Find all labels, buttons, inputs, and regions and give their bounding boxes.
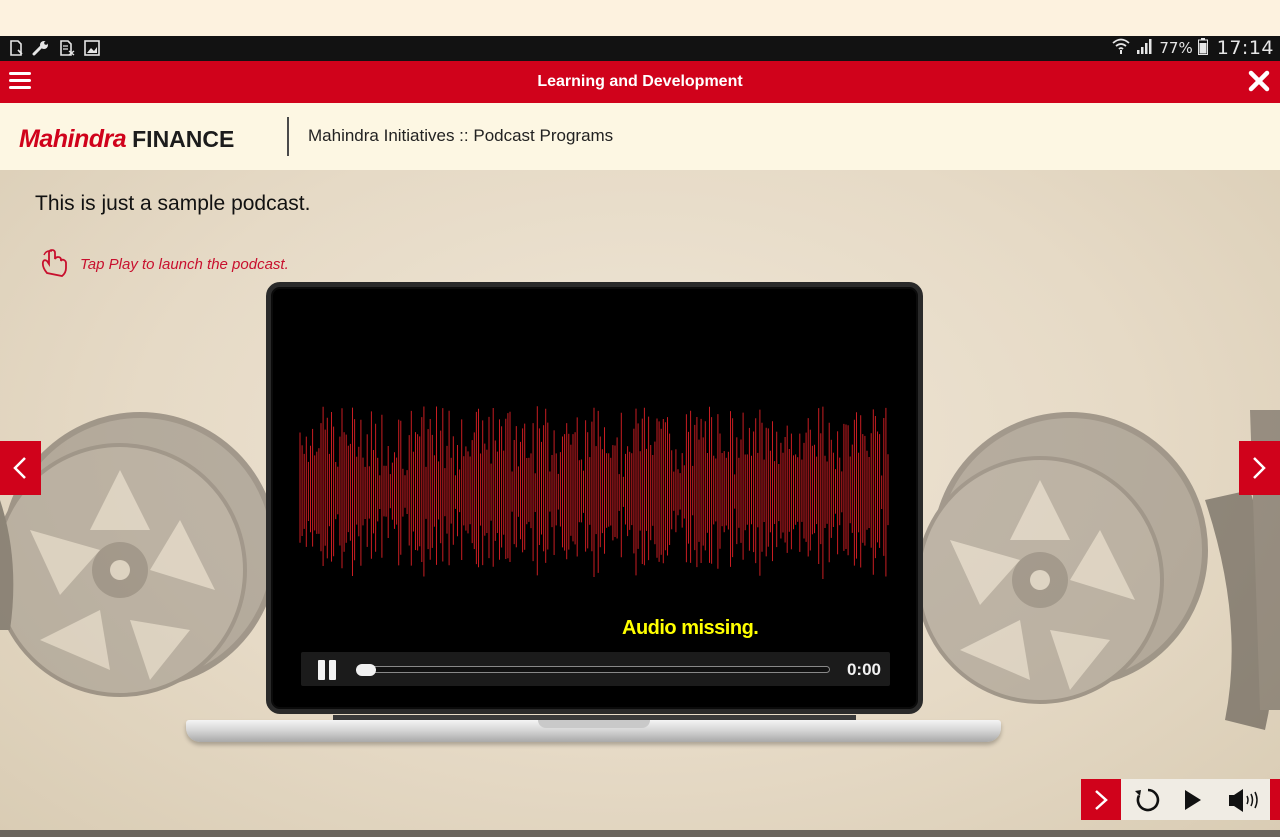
signal-icon (1136, 38, 1154, 58)
toolbar-edge (1270, 779, 1280, 820)
audio-missing-caption: Audio missing. (622, 617, 759, 639)
laptop-notch (538, 720, 650, 728)
elapsed-time: 0:00 (846, 660, 881, 679)
top-strip (0, 0, 1280, 36)
brand-primary: Mahindra (19, 125, 127, 153)
wrench-icon (32, 40, 50, 56)
status-time: 17:14 (1216, 37, 1274, 59)
toolbar-next-button[interactable] (1081, 779, 1121, 820)
brand-secondary: FINANCE (132, 126, 235, 152)
breadcrumb: Mahindra Initiatives :: Podcast Programs (308, 126, 614, 145)
replay-icon[interactable] (1131, 785, 1165, 815)
bottom-edge (0, 830, 1280, 837)
close-icon[interactable] (1248, 70, 1270, 92)
audio-waveform (299, 406, 889, 579)
brand-logo: Mahindra FINANCE (19, 125, 234, 154)
image-icon (84, 40, 100, 56)
status-system-icons: 77% 17:14 (1111, 37, 1274, 59)
wifi-icon (1111, 37, 1131, 59)
seek-slider[interactable] (356, 664, 830, 676)
next-slide-button[interactable] (1239, 441, 1280, 495)
sd-card-icon (58, 40, 76, 56)
battery-percent: 77% (1159, 39, 1193, 57)
hint: Tap Play to launch the podcast. (38, 246, 289, 283)
status-notification-icons (8, 40, 100, 56)
play-icon[interactable] (1176, 785, 1210, 815)
status-bar: 77% 17:14 (0, 36, 1280, 61)
bottom-toolbar (1081, 779, 1280, 820)
title-bar: Learning and Development (0, 61, 1280, 103)
header-divider (287, 117, 289, 156)
previous-slide-button[interactable] (0, 441, 41, 495)
course-header: Mahindra FINANCE Mahindra Initiatives ::… (0, 103, 1280, 170)
sim-card-icon (8, 40, 24, 56)
slide-content: This is just a sample podcast. Tap Play … (0, 170, 1280, 837)
hint-text: Tap Play to launch the podcast. (80, 256, 289, 273)
seek-thumb[interactable] (356, 664, 376, 676)
audio-player: 0:00 (301, 652, 890, 686)
tap-hand-icon (38, 246, 70, 283)
battery-icon (1197, 37, 1208, 59)
app-title: Learning and Development (537, 73, 743, 90)
volume-icon[interactable] (1226, 785, 1260, 815)
pause-icon[interactable] (318, 660, 338, 680)
intro-text: This is just a sample podcast. (35, 192, 311, 215)
